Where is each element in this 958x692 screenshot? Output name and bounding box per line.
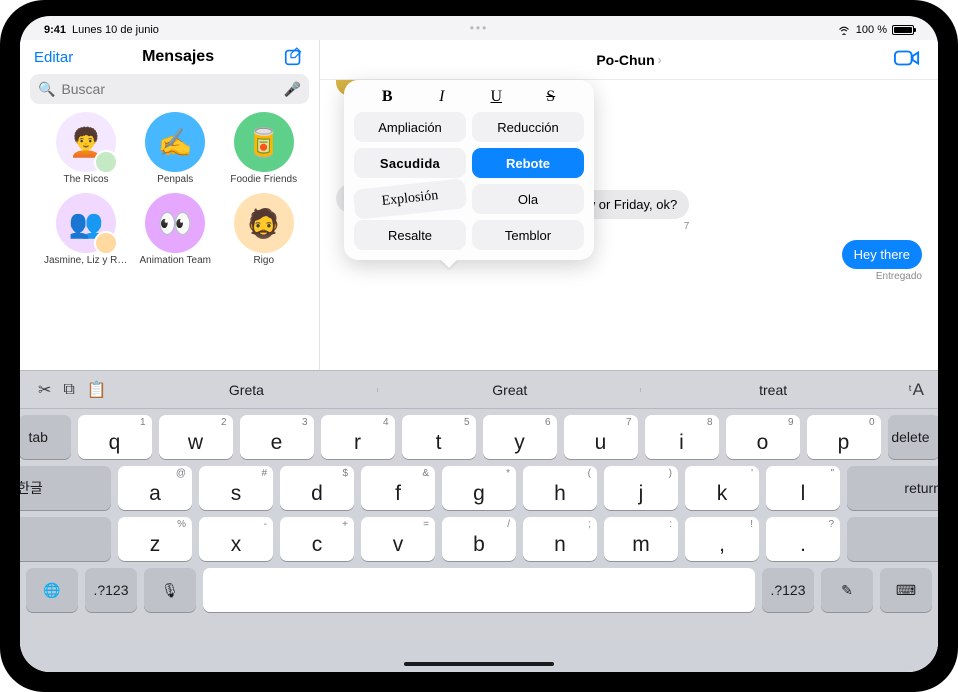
copy-icon[interactable]: ⧉ [59,381,78,399]
letter-key[interactable]: p0 [807,415,881,459]
delivery-status: Entregado [842,271,922,282]
suggestion[interactable]: Greta [115,382,378,398]
shift-key[interactable]: shift [847,517,938,561]
contact-label: Jasmine, Liz y Rigo [44,255,128,266]
effect-button[interactable]: Ampliación [354,112,466,142]
text-effects-popover: B I U S AmpliaciónReducciónSacudidaRebot… [344,80,594,260]
chevron-right-icon: › [658,53,662,67]
pinned-contact[interactable]: 👥 Jasmine, Liz y Rigo [44,193,128,266]
cut-icon[interactable]: ✂ [34,380,55,400]
bubble-text: w or Friday, ok? [586,197,678,212]
effect-button[interactable]: Rebote [472,148,584,178]
underline-button[interactable]: U [481,88,511,106]
letter-key[interactable]: x- [199,517,273,561]
effect-button[interactable]: Ola [472,184,584,214]
pinned-contact[interactable]: ✍️ Penpals [134,112,217,185]
effect-button[interactable]: Resalte [354,220,466,250]
facetime-icon[interactable] [894,48,920,68]
edit-button[interactable]: Editar [34,49,73,66]
pinned-contacts-grid: 🧑‍🦱 The Ricos ✍️ Penpals 🥫 Foodie Friend… [20,112,319,266]
return-key[interactable]: return [847,466,938,510]
suggestion[interactable]: Great [378,382,641,398]
handwriting-key[interactable]: ✎ [821,568,873,612]
letter-key[interactable]: y6 [483,415,557,459]
language-key[interactable]: 한글 [20,466,111,510]
letter-key[interactable]: g* [442,466,516,510]
contact-label: Foodie Friends [230,174,297,185]
contact-label: Animation Team [139,255,211,266]
letter-key[interactable]: z% [118,517,192,561]
bubble-text: Hey there [854,247,910,262]
contact-name: Po-Chun [596,52,654,68]
italic-button[interactable]: I [427,88,457,106]
quicktype-suggestions: Greta Great treat [115,371,905,408]
letter-key[interactable]: s# [199,466,273,510]
letter-key[interactable]: t5 [402,415,476,459]
effect-button[interactable]: Explosión [353,178,468,220]
status-date: Lunes 10 de junio [72,24,159,36]
letter-key[interactable]: q1 [78,415,152,459]
sidebar-title: Mensajes [142,48,214,66]
space-key[interactable] [203,568,755,612]
letter-key[interactable]: j) [604,466,678,510]
pinned-contact[interactable]: 🧑‍🦱 The Ricos [44,112,128,185]
battery-pct: 100 % [856,24,887,36]
letter-key[interactable]: ,! [685,517,759,561]
letter-key[interactable]: c+ [280,517,354,561]
wifi-icon [837,25,851,35]
search-input[interactable] [61,81,277,97]
search-bar[interactable]: 🔍 🎤 [30,74,309,104]
letter-key[interactable]: w2 [159,415,233,459]
home-indicator[interactable] [404,662,554,666]
pinned-contact[interactable]: 🥫 Foodie Friends [223,112,306,185]
letter-key[interactable]: f& [361,466,435,510]
letter-key[interactable]: r4 [321,415,395,459]
conversation-title[interactable]: Po-Chun › [596,52,661,68]
suggestion[interactable]: treat [641,382,904,398]
letter-key[interactable]: .? [766,517,840,561]
effect-button[interactable]: Temblor [472,220,584,250]
delete-key[interactable]: delete [888,415,939,459]
pinned-contact[interactable]: 👀 Animation Team [134,193,217,266]
mic-icon[interactable]: 🎤 [284,81,301,98]
globe-key[interactable]: 🌐 [26,568,78,612]
letter-key[interactable]: n; [523,517,597,561]
dismiss-keyboard-key[interactable]: ⌨ [880,568,932,612]
letter-key[interactable]: m: [604,517,678,561]
shift-key[interactable]: shift [20,517,111,561]
letter-key[interactable]: e3 [240,415,314,459]
letter-key[interactable]: v= [361,517,435,561]
dictation-key[interactable]: 🎙 [144,568,196,612]
search-icon: 🔍 [38,81,55,98]
contact-label: Penpals [157,174,193,185]
text-format-icon[interactable]: ᵗA [909,380,924,400]
numsym-key[interactable]: .?123 [85,568,137,612]
letter-key[interactable]: i8 [645,415,719,459]
compose-icon[interactable] [283,46,305,68]
letter-key[interactable]: d$ [280,466,354,510]
letter-key[interactable]: o9 [726,415,800,459]
letter-key[interactable]: b/ [442,517,516,561]
letter-key[interactable]: h( [523,466,597,510]
battery-icon [892,25,914,35]
outgoing-bubble[interactable]: Hey there [842,240,922,269]
tab-key[interactable]: tab [20,415,71,459]
status-time: 9:41 [44,24,66,36]
effect-button[interactable]: Reducción [472,112,584,142]
pinned-contact[interactable]: 🧔 Rigo [223,193,306,266]
letter-key[interactable]: u7 [564,415,638,459]
contact-label: Rigo [253,255,274,266]
letter-key[interactable]: k' [685,466,759,510]
effect-button[interactable]: Sacudida [354,148,466,178]
letter-key[interactable]: a@ [118,466,192,510]
multitask-dots-icon[interactable]: ••• [470,21,489,35]
onscreen-keyboard: ✂ ⧉ 📋 Greta Great treat ᵗA tab q1w2e3r4t… [20,370,938,672]
contact-label: The Ricos [63,174,108,185]
strikethrough-button[interactable]: S [536,88,566,106]
numsym-key[interactable]: .?123 [762,568,814,612]
letter-key[interactable]: l" [766,466,840,510]
paste-icon[interactable]: 📋 [83,380,111,400]
bold-button[interactable]: B [372,88,402,106]
